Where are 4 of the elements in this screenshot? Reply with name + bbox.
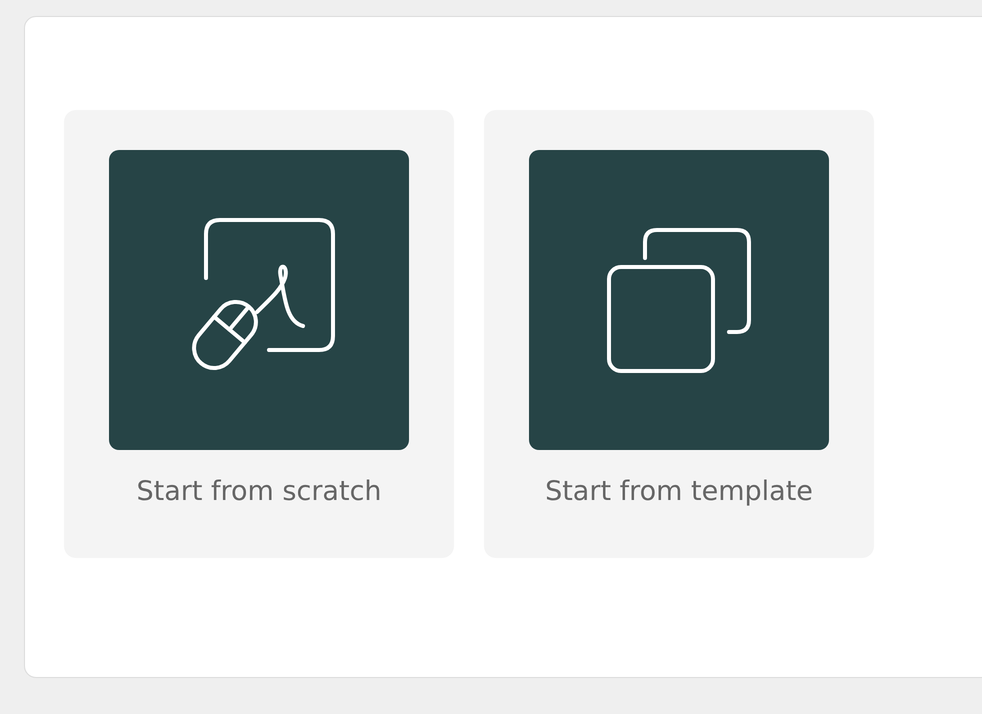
option-card[interactable]: Start from scratch	[64, 110, 454, 558]
option-card[interactable]: Start from template	[484, 110, 874, 558]
copy-squares-icon	[529, 150, 829, 450]
mouse-drawing-icon	[109, 150, 409, 450]
